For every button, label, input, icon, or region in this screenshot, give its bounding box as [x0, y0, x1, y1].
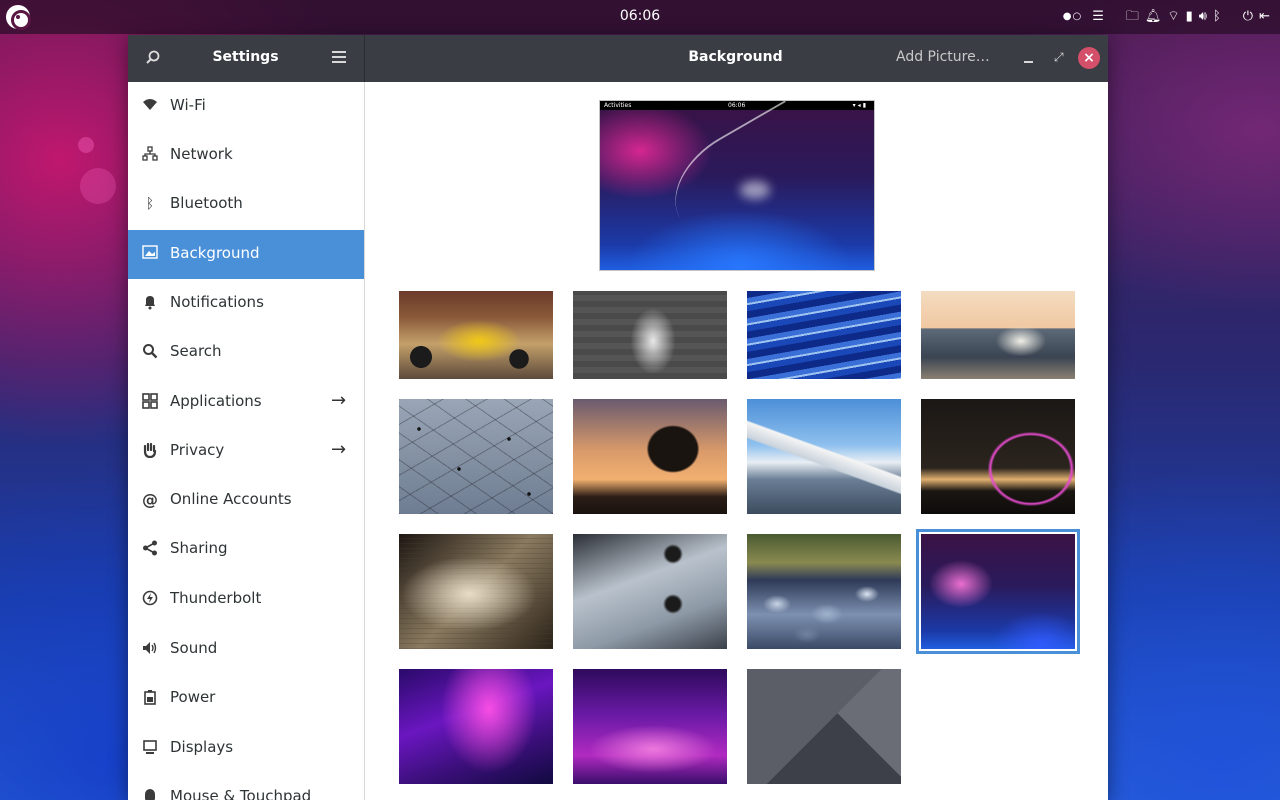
- sidebar-item-label: Applications: [170, 392, 262, 410]
- desktop-bokeh: [80, 168, 116, 204]
- preview-top-bar: Activities 06:06 ▾◂▮: [600, 101, 874, 110]
- sidebar-item-label: Sharing: [170, 539, 228, 557]
- minimize-icon[interactable]: [1024, 49, 1036, 67]
- sidebar-item-notifications[interactable]: Notifications: [128, 279, 364, 328]
- sidebar-item-search[interactable]: Search: [128, 328, 364, 377]
- background-preview: Activities 06:06 ▾◂▮: [599, 100, 875, 271]
- sidebar-item-privacy[interactable]: Privacy →: [128, 427, 364, 476]
- wallpaper-thumbnail-boat[interactable]: [921, 291, 1075, 379]
- sidebar-item-label: Mouse & Touchpad: [170, 787, 312, 800]
- sidebar-item-bluetooth[interactable]: ᛒ Bluetooth: [128, 180, 364, 229]
- arrow-right-icon: →: [331, 439, 347, 460]
- wallpaper-thumbnail-purple-waves[interactable]: [573, 669, 727, 784]
- search-icon[interactable]: [142, 47, 164, 69]
- sidebar-item-sound[interactable]: Sound: [128, 625, 364, 674]
- settings-window: Settings Background Add Picture… ⤢ × Wi-…: [128, 35, 1108, 800]
- files-icon[interactable]: 🗀: [1126, 6, 1139, 28]
- wallpaper-thumbnail-purple-aurora[interactable]: [399, 669, 553, 784]
- add-picture-button[interactable]: Add Picture…: [896, 49, 990, 65]
- wifi-icon[interactable]: ⌔: [1167, 6, 1179, 28]
- sidebar-item-sharing[interactable]: Sharing: [128, 525, 364, 574]
- speaker-icon: [141, 640, 159, 658]
- desktop-bokeh: [78, 137, 94, 153]
- volume-icon[interactable]: 🔊︎: [1199, 6, 1207, 28]
- sidebar-item-label: Bluetooth: [170, 194, 243, 212]
- preview-glow: [740, 181, 770, 199]
- network-icon: [141, 146, 159, 164]
- logout-icon[interactable]: ⇤: [1259, 6, 1270, 28]
- panel-clock[interactable]: 06:06: [600, 8, 680, 24]
- at-icon: @: [142, 490, 158, 509]
- sidebar-item-label: Online Accounts: [170, 490, 292, 508]
- sidebar-item-label: Displays: [170, 738, 234, 756]
- wallpaper-thumbnail-water-drops[interactable]: [399, 399, 553, 514]
- wallpaper-thumbnail-mountain[interactable]: [747, 399, 901, 514]
- sidebar-item-label: Wi-Fi: [170, 96, 206, 114]
- search-icon: [141, 343, 159, 361]
- preview-activities-label: Activities: [604, 102, 632, 109]
- sidebar-item-label: Privacy: [170, 441, 225, 459]
- power-battery-icon: [141, 689, 159, 707]
- maximize-icon[interactable]: ⤢: [1054, 51, 1066, 63]
- wallpaper-thumbnail-yellow-scooter[interactable]: [399, 291, 553, 379]
- arrow-right-icon: →: [331, 390, 347, 411]
- power-icon[interactable]: ⏻: [1243, 6, 1253, 28]
- sidebar-item-applications[interactable]: Applications →: [128, 378, 364, 427]
- preview-clock: 06:06: [728, 102, 746, 109]
- bluetooth-icon: ᛒ: [145, 196, 155, 212]
- battery-icon[interactable]: ▮: [1186, 6, 1193, 28]
- share-icon: [141, 540, 159, 558]
- page-title: Background: [688, 49, 783, 65]
- hamburger-menu-icon[interactable]: [332, 51, 346, 65]
- preview-status-icons: ▾◂▮: [852, 102, 868, 109]
- sidebar-item-power[interactable]: Power: [128, 674, 364, 723]
- thunderbolt-icon: [141, 590, 159, 608]
- sidebar-item-label: Network: [170, 145, 233, 163]
- sidebar-item-label: Notifications: [170, 293, 264, 311]
- settings-title: Settings: [212, 49, 279, 65]
- close-icon[interactable]: ×: [1078, 47, 1100, 69]
- sidebar-item-displays[interactable]: Displays: [128, 724, 364, 773]
- apps-grid-icon: [141, 393, 159, 411]
- hand-icon: [141, 442, 159, 460]
- system-tray: ●○ ☰ 🗀 🔔︎ ⌔ ▮ 🔊︎ ᛒ ⏻ ⇤: [1063, 6, 1270, 28]
- wallpaper-thumbnail-geometric[interactable]: [747, 669, 901, 784]
- menu-icon[interactable]: ☰: [1092, 6, 1104, 28]
- sidebar-header: Settings: [128, 35, 365, 82]
- sidebar-item-label: Power: [170, 688, 216, 706]
- bell-icon: [141, 294, 159, 312]
- wallpaper-thumbnail-pebbles[interactable]: [747, 534, 901, 649]
- sidebar-item-label: Sound: [170, 639, 218, 657]
- background-panel: Activities 06:06 ▾◂▮: [366, 82, 1108, 800]
- header-bar: Settings Background Add Picture… ⤢ ×: [128, 35, 1108, 82]
- wallpaper-thumbnail-selected[interactable]: [916, 529, 1080, 654]
- wallpaper-thumbnail-statue[interactable]: [573, 291, 727, 379]
- sidebar-item-label: Search: [170, 342, 222, 360]
- sidebar-item-wifi[interactable]: Wi-Fi: [128, 82, 364, 131]
- sidebar-item-thunderbolt[interactable]: Thunderbolt: [128, 575, 364, 624]
- top-panel: 06:06 ●○ ☰ 🗀 🔔︎ ⌔ ▮ 🔊︎ ᛒ ⏻ ⇤: [0, 0, 1280, 34]
- wallpaper-thumbnail-blue-waves[interactable]: [747, 291, 901, 379]
- wallpaper-thumbnail-bridge[interactable]: [921, 399, 1075, 514]
- sidebar-item-label: Background: [170, 244, 260, 262]
- wifi-icon: [141, 97, 159, 115]
- wallpaper-thumbnail-wall[interactable]: [573, 534, 727, 649]
- wallpaper-thumbnail-tree[interactable]: [573, 399, 727, 514]
- workspace-dots-icon[interactable]: ●○: [1063, 6, 1082, 28]
- bluetooth-icon[interactable]: ᛒ: [1213, 6, 1221, 28]
- background-icon: [141, 245, 159, 263]
- sidebar-item-network[interactable]: Network: [128, 131, 364, 180]
- display-icon: [141, 739, 159, 757]
- sidebar-item-online-accounts[interactable]: @ Online Accounts: [128, 476, 364, 525]
- sidebar-item-background[interactable]: Background: [128, 230, 364, 279]
- app-launcher-icon[interactable]: [6, 5, 31, 30]
- sidebar-item-mouse-touchpad[interactable]: Mouse & Touchpad: [128, 773, 364, 800]
- mouse-icon: [141, 788, 159, 800]
- bell-icon[interactable]: 🔔︎: [1145, 6, 1162, 28]
- sidebar-item-label: Thunderbolt: [170, 589, 262, 607]
- preview-swoosh: [655, 101, 835, 262]
- sidebar: Wi-Fi Network ᛒ Bluetooth Background Not…: [128, 82, 365, 800]
- wallpaper-thumbnail-book[interactable]: [399, 534, 553, 649]
